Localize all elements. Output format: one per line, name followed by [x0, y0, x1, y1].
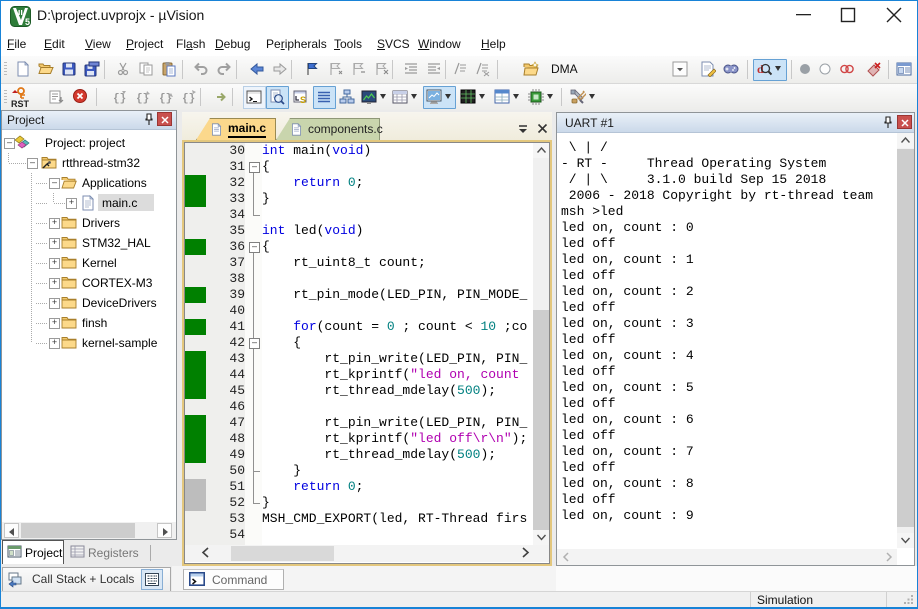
svg-text:5: 5 [25, 17, 30, 27]
svg-text:{}: {} [113, 93, 126, 105]
svg-text:RST: RST [11, 99, 30, 108]
svg-text:{}: {} [182, 93, 195, 105]
svg-text:d: d [757, 62, 764, 76]
svg-text:{}: {} [136, 93, 149, 105]
svg-text:S: S [300, 95, 306, 105]
